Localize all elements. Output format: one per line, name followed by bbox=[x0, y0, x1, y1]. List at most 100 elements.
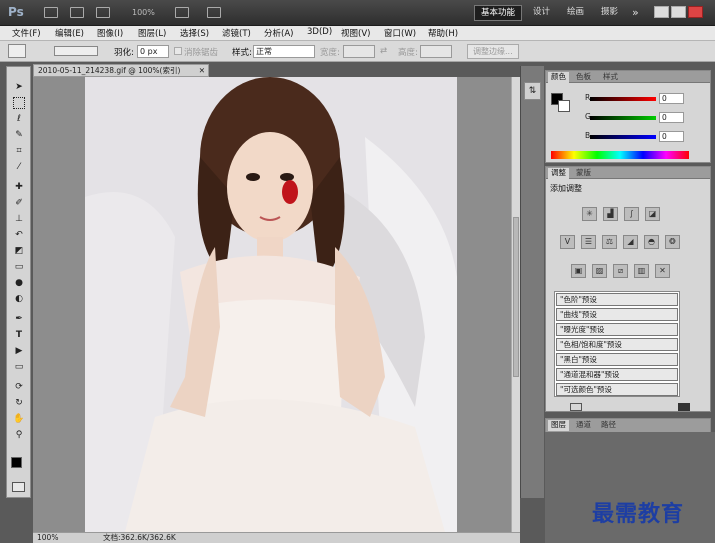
style-select[interactable]: 正常 bbox=[253, 45, 315, 58]
menu-view[interactable]: 视图(V) bbox=[341, 27, 370, 39]
tab-adjustments[interactable]: 调整 bbox=[548, 168, 569, 179]
status-zoom[interactable]: 100% bbox=[37, 533, 58, 543]
workspace-design[interactable]: 设计 bbox=[527, 5, 556, 21]
screen-mode-icon[interactable] bbox=[207, 7, 221, 18]
history-brush-icon[interactable]: ↶ bbox=[10, 229, 28, 241]
3d-orbit-icon[interactable]: ↻ bbox=[10, 397, 28, 409]
dodge-tool-icon[interactable]: ◐ bbox=[10, 293, 28, 305]
swap-icon[interactable]: ⇄ bbox=[380, 46, 387, 56]
selection-mode-icon[interactable] bbox=[54, 46, 98, 56]
menu-file[interactable]: 文件(F) bbox=[12, 27, 41, 39]
tab-masks[interactable]: 蒙版 bbox=[573, 168, 594, 179]
history-panel-icon[interactable]: ⇅ bbox=[524, 82, 541, 100]
curves-icon[interactable]: ∫ bbox=[624, 207, 639, 221]
eraser-tool-icon[interactable]: ◩ bbox=[10, 245, 28, 257]
color-balance-icon[interactable]: ⚖ bbox=[602, 235, 617, 249]
vibrance-icon[interactable]: V bbox=[560, 235, 575, 249]
brightness-icon[interactable]: ✳ bbox=[582, 207, 597, 221]
refine-edge-button[interactable]: 调整边缘... bbox=[467, 44, 519, 59]
g-value[interactable]: 0 bbox=[659, 112, 684, 123]
clip-layer-icon[interactable] bbox=[570, 403, 582, 411]
gradient-map-icon[interactable]: ▥ bbox=[634, 264, 649, 278]
panel-options-icon[interactable] bbox=[678, 403, 690, 411]
r-value[interactable]: 0 bbox=[659, 93, 684, 104]
marquee-tool-icon[interactable] bbox=[13, 97, 25, 109]
bg-color-swatch[interactable] bbox=[558, 100, 570, 112]
b-slider[interactable] bbox=[590, 135, 656, 139]
arrange-docs-icon[interactable] bbox=[175, 7, 189, 18]
foreground-color-swatch[interactable] bbox=[11, 457, 22, 468]
black-white-icon[interactable]: ◢ bbox=[623, 235, 638, 249]
invert-icon[interactable]: ▣ bbox=[571, 264, 586, 278]
tab-channels[interactable]: 通道 bbox=[573, 420, 594, 431]
tab-layers[interactable]: 图层 bbox=[548, 420, 569, 431]
width-input[interactable] bbox=[343, 45, 375, 58]
color-spectrum[interactable] bbox=[551, 151, 689, 159]
pen-tool-icon[interactable]: ✒ bbox=[10, 313, 28, 325]
view-extras-icon[interactable] bbox=[96, 7, 110, 18]
menu-edit[interactable]: 编辑(E) bbox=[55, 27, 84, 39]
menu-window[interactable]: 窗口(W) bbox=[384, 27, 416, 39]
antialias-checkbox[interactable] bbox=[174, 47, 182, 55]
blur-tool-icon[interactable]: ● bbox=[10, 277, 28, 289]
zoom-level[interactable]: 100% bbox=[132, 8, 155, 17]
bridge-icon[interactable] bbox=[44, 7, 58, 18]
preset-channel-mixer[interactable]: "通道混和器"预设 bbox=[556, 368, 678, 381]
preset-black-white[interactable]: "黑白"预设 bbox=[556, 353, 678, 366]
stamp-tool-icon[interactable]: ⊥ bbox=[10, 213, 28, 225]
menu-layer[interactable]: 图层(L) bbox=[138, 27, 166, 39]
type-tool-icon[interactable]: T bbox=[10, 329, 28, 341]
channel-mixer-icon[interactable]: ❂ bbox=[665, 235, 680, 249]
workspace-photography[interactable]: 摄影 bbox=[595, 5, 624, 21]
scroll-thumb[interactable] bbox=[513, 217, 519, 377]
posterize-icon[interactable]: ▨ bbox=[592, 264, 607, 278]
exposure-icon[interactable]: ◪ bbox=[645, 207, 660, 221]
menu-image[interactable]: 图像(I) bbox=[97, 27, 123, 39]
lasso-tool-icon[interactable]: ℓ bbox=[10, 113, 28, 125]
menu-select[interactable]: 选择(S) bbox=[180, 27, 209, 39]
r-slider[interactable] bbox=[590, 97, 656, 101]
preset-hue-saturation[interactable]: "色相/饱和度"预设 bbox=[556, 338, 678, 351]
preset-curves[interactable]: "曲线"预设 bbox=[556, 308, 678, 321]
b-value[interactable]: 0 bbox=[659, 131, 684, 142]
tab-swatches[interactable]: 色板 bbox=[573, 72, 594, 83]
shape-tool-icon[interactable]: ▭ bbox=[10, 361, 28, 373]
quick-mask-icon[interactable] bbox=[12, 482, 25, 492]
menu-filter[interactable]: 滤镜(T) bbox=[222, 27, 251, 39]
preset-levels[interactable]: "色阶"预设 bbox=[556, 293, 678, 306]
threshold-icon[interactable]: ⧄ bbox=[613, 264, 628, 278]
brush-tool-icon[interactable]: ✐ bbox=[10, 197, 28, 209]
tab-styles[interactable]: 样式 bbox=[600, 72, 621, 83]
gradient-tool-icon[interactable]: ▭ bbox=[10, 261, 28, 273]
crop-tool-icon[interactable]: ⌗ bbox=[10, 145, 28, 157]
preset-selective-color[interactable]: "可选颜色"预设 bbox=[556, 383, 678, 396]
levels-icon[interactable]: ▟ bbox=[603, 207, 618, 221]
photo-filter-icon[interactable]: ◓ bbox=[644, 235, 659, 249]
move-tool-icon[interactable]: ➤ bbox=[10, 81, 28, 93]
close-icon[interactable] bbox=[688, 6, 703, 18]
hue-saturation-icon[interactable]: ☰ bbox=[581, 235, 596, 249]
tab-paths[interactable]: 路径 bbox=[598, 420, 619, 431]
path-select-icon[interactable]: ▶ bbox=[10, 345, 28, 357]
eyedropper-tool-icon[interactable]: ⁄ bbox=[10, 161, 28, 173]
height-input[interactable] bbox=[420, 45, 452, 58]
document-canvas[interactable] bbox=[33, 77, 518, 532]
menu-analysis[interactable]: 分析(A) bbox=[264, 27, 293, 39]
workspace-more[interactable]: » bbox=[626, 5, 645, 21]
zoom-tool-icon[interactable]: ⚲ bbox=[10, 429, 28, 441]
tab-color[interactable]: 颜色 bbox=[548, 72, 569, 83]
document-tab[interactable]: 2010-05-11_214238.gif @ 100%(索引) ✕ bbox=[33, 64, 209, 77]
quick-select-tool-icon[interactable]: ✎ bbox=[10, 129, 28, 141]
minimize-icon[interactable] bbox=[654, 6, 669, 18]
vertical-scrollbar[interactable] bbox=[511, 77, 520, 532]
tool-preset-icon[interactable] bbox=[8, 44, 26, 58]
hand-tool-icon[interactable]: ✋ bbox=[10, 413, 28, 425]
maximize-icon[interactable] bbox=[671, 6, 686, 18]
menu-3d[interactable]: 3D(D) bbox=[307, 27, 332, 37]
g-slider[interactable] bbox=[590, 116, 656, 120]
3d-rotate-icon[interactable]: ⟳ bbox=[10, 381, 28, 393]
workspace-essentials[interactable]: 基本功能 bbox=[474, 5, 523, 21]
selective-color-icon[interactable]: ✕ bbox=[655, 264, 670, 278]
workspace-painting[interactable]: 绘画 bbox=[561, 5, 590, 21]
menu-help[interactable]: 帮助(H) bbox=[428, 27, 458, 39]
